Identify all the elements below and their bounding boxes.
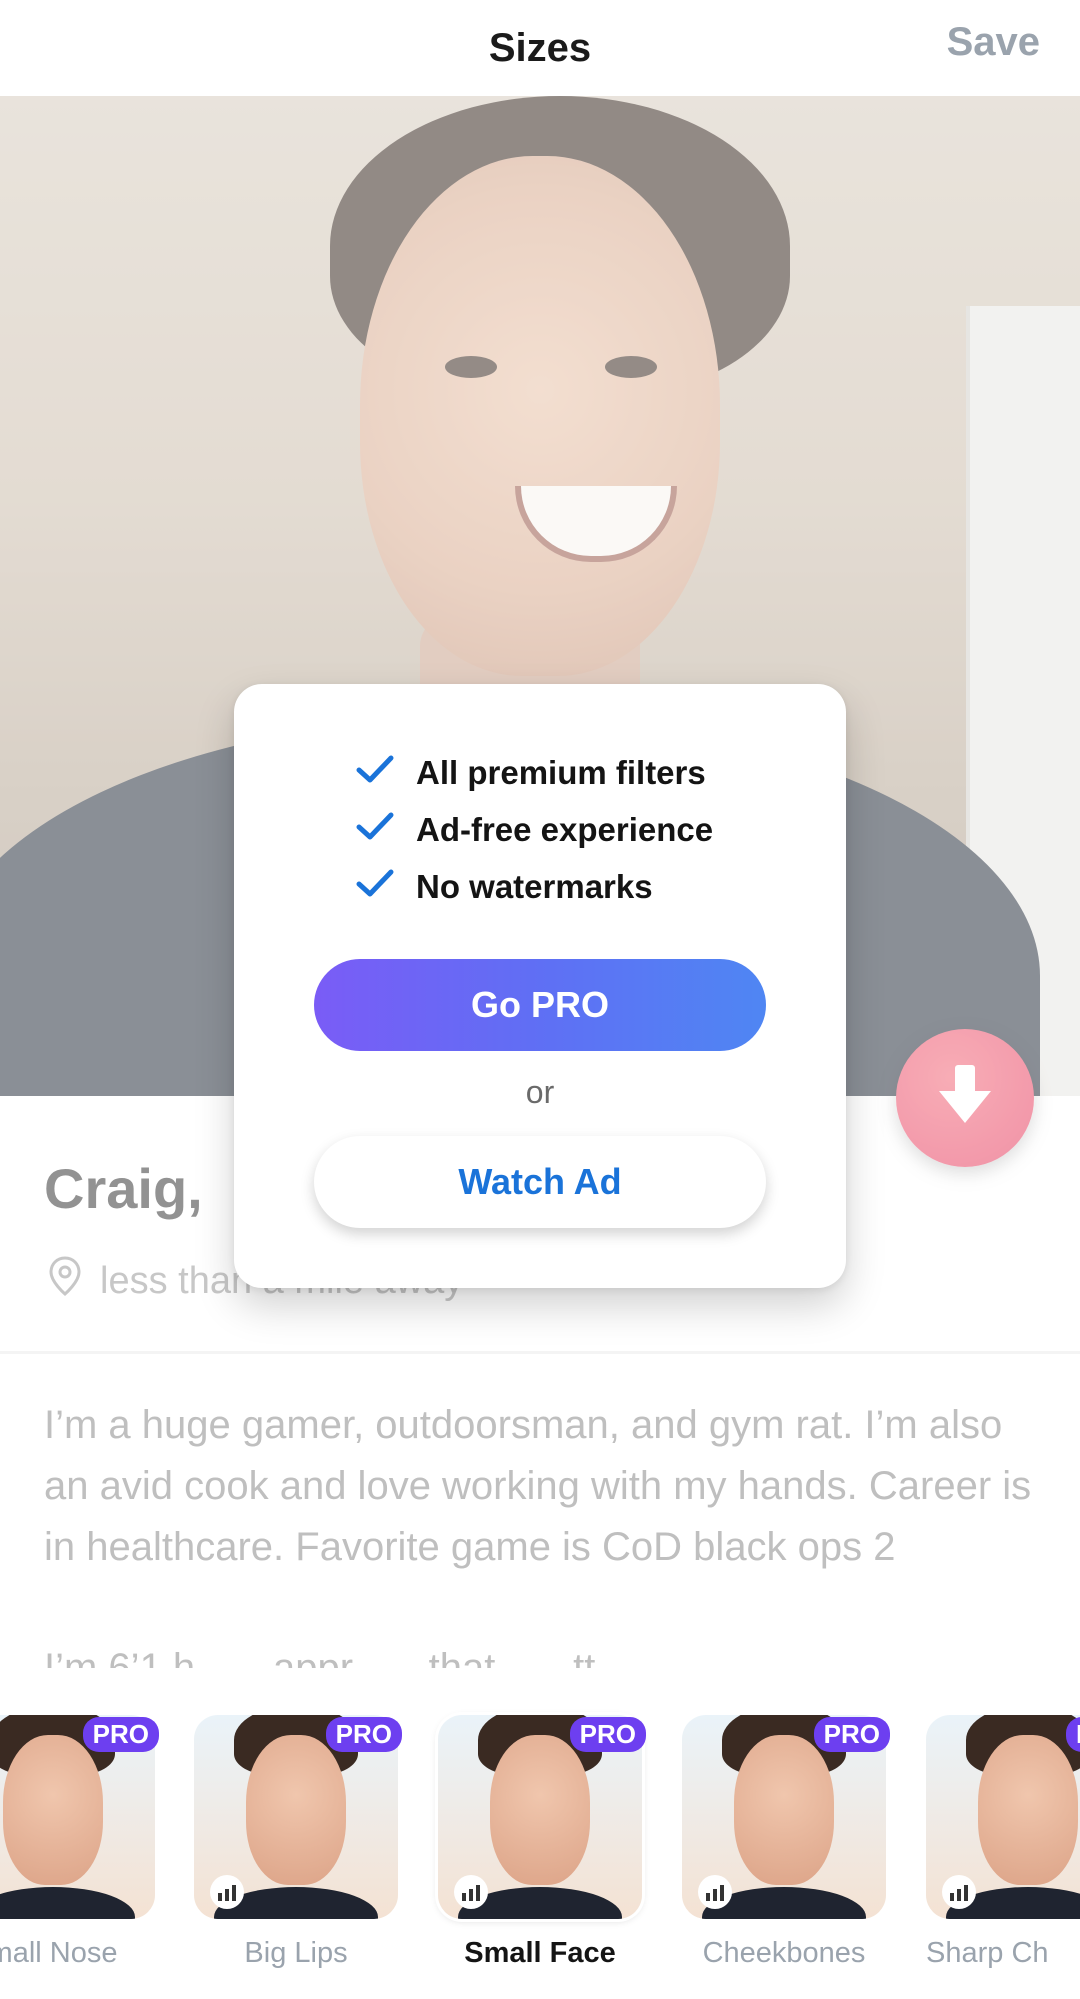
filter-cheekbones[interactable]: PRO Cheekbones <box>682 1715 890 1995</box>
checkmark-icon <box>356 868 394 906</box>
pro-badge: PRO <box>325 1717 402 1752</box>
pro-badge: PRO <box>569 1717 646 1752</box>
save-button[interactable]: Save <box>947 20 1040 65</box>
filter-label: Sharp Ch <box>926 1937 1049 1969</box>
feature-item: No watermarks <box>356 858 713 915</box>
page-title: Sizes <box>488 25 592 70</box>
or-divider-text: or <box>525 1074 555 1110</box>
feature-list: All premium filters Ad-free experience N… <box>356 744 713 915</box>
intensity-icon <box>454 1875 488 1909</box>
filter-strip[interactable]: PRO mall Nose PRO Big Lips PRO Small Fac… <box>0 1710 1080 1999</box>
filter-label: Big Lips <box>244 1937 348 1969</box>
top-bar: Sizes Save <box>0 0 1080 96</box>
feature-item: All premium filters <box>356 744 713 801</box>
pro-badge: PRO <box>813 1717 890 1752</box>
filter-label: Small Face <box>464 1937 616 1969</box>
checkmark-icon <box>356 754 394 792</box>
intensity-icon <box>210 1875 244 1909</box>
intensity-icon <box>942 1875 976 1909</box>
checkmark-icon <box>356 811 394 849</box>
filter-small-nose[interactable]: PRO mall Nose <box>0 1715 159 1995</box>
filter-label: mall Nose <box>0 1937 118 1969</box>
paywall-modal: All premium filters Ad-free experience N… <box>234 684 846 1288</box>
feature-item: Ad-free experience <box>356 801 713 858</box>
pro-badge: PRO <box>82 1717 159 1752</box>
filter-label: Cheekbones <box>702 1937 866 1969</box>
filter-small-face[interactable]: PRO Small Face <box>438 1715 646 1995</box>
intensity-icon <box>698 1875 732 1909</box>
filter-sharp-chin[interactable]: P Sharp Ch <box>926 1715 1080 1995</box>
watch-ad-button[interactable]: Watch Ad <box>314 1136 766 1228</box>
filter-big-lips[interactable]: PRO Big Lips <box>194 1715 402 1995</box>
go-pro-button[interactable]: Go PRO <box>314 959 766 1051</box>
